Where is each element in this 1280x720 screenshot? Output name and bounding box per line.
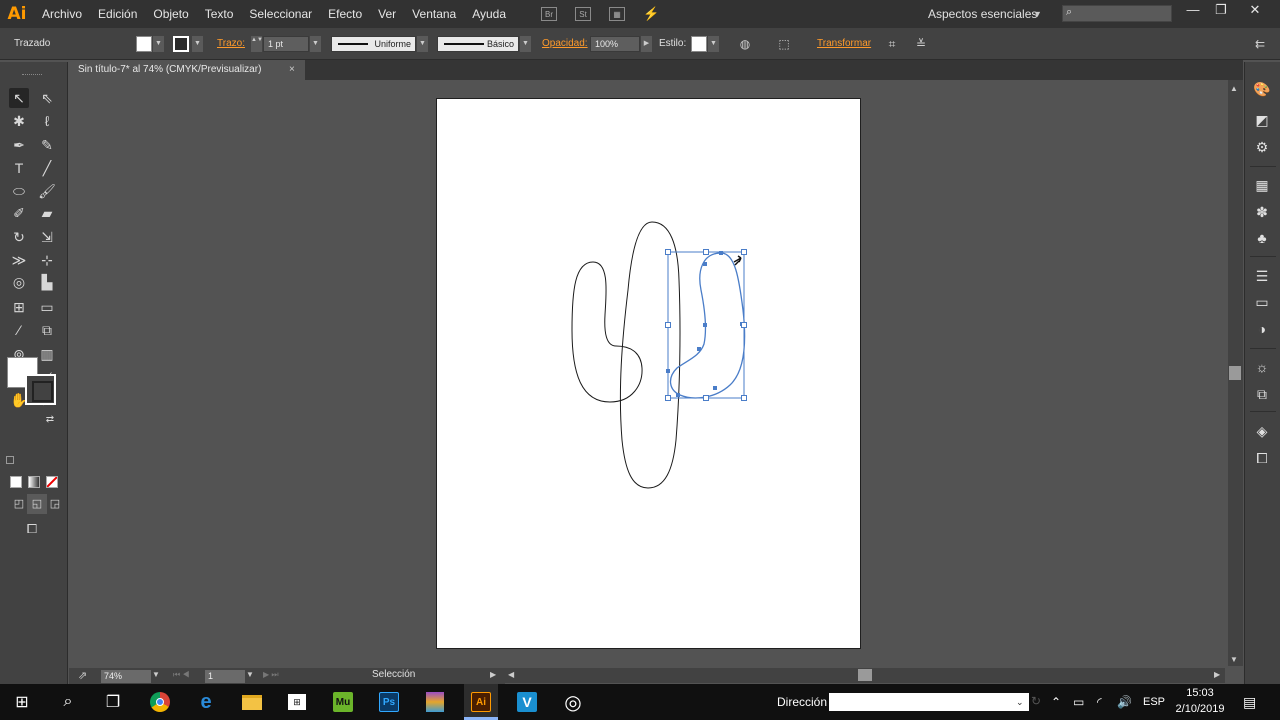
visual-app-icon[interactable]: V — [512, 687, 542, 717]
last-artboard-icon[interactable]: ▶ ⏭ — [263, 670, 279, 680]
anchor-points — [666, 251, 744, 397]
graphic-styles-icon[interactable]: ⧉ — [1253, 385, 1271, 403]
wifi-icon[interactable]: ◜ — [1097, 684, 1102, 720]
input-language[interactable]: ESP — [1143, 684, 1165, 720]
cactus-left-arm-path — [571, 261, 643, 403]
transparency-icon[interactable]: ◑ — [1253, 320, 1271, 338]
photoshop-app-icon[interactable]: Ps — [374, 687, 404, 717]
brushes-icon[interactable]: ✽ — [1253, 203, 1271, 221]
color-panel-icon[interactable]: 🎨 — [1253, 80, 1271, 98]
gradient-panel-icon[interactable]: ▭ — [1253, 293, 1271, 311]
cactus-trunk-path — [619, 221, 681, 489]
chevron-right-icon[interactable]: ▶ — [490, 670, 496, 679]
divider — [1250, 348, 1276, 349]
rotate-cursor-icon — [733, 255, 742, 266]
vertical-scroll-thumb[interactable] — [1229, 366, 1241, 380]
photoshop-label: Ps — [379, 692, 399, 712]
edge-icon[interactable]: e — [191, 687, 221, 717]
artwork-layer[interactable] — [0, 0, 1280, 720]
symbols-icon[interactable]: ♣ — [1253, 229, 1271, 247]
file-explorer-icon[interactable] — [237, 687, 267, 717]
scroll-right-icon[interactable]: ▶ — [1214, 670, 1220, 679]
show-hidden-icons-icon[interactable]: ⌃ — [1051, 684, 1061, 720]
address-input[interactable] — [829, 693, 1029, 711]
obs-icon[interactable]: ◎ — [558, 687, 588, 717]
properties-icon[interactable]: ⚙ — [1253, 138, 1271, 156]
muse-app-icon[interactable]: Mu — [328, 687, 358, 717]
volume-icon[interactable]: 🔊 — [1117, 684, 1132, 720]
scroll-left-icon[interactable]: ◀ — [508, 670, 514, 679]
share-icon[interactable]: ⇗ — [78, 669, 87, 682]
muse-label: Mu — [333, 692, 353, 712]
address-toolbar-label: Dirección — [777, 695, 828, 709]
visual-label: V — [517, 692, 537, 712]
notifications-icon[interactable]: ▤ — [1243, 684, 1256, 720]
first-artboard-icon[interactable]: ⏮ ◀ — [173, 670, 190, 680]
cactus-right-arm-path — [669, 252, 746, 399]
divider — [1250, 166, 1276, 167]
stroke-panel-icon[interactable]: ☰ — [1253, 267, 1271, 285]
task-view-icon[interactable]: ❐ — [98, 687, 128, 717]
chevron-down-icon[interactable]: ▼ — [246, 670, 254, 679]
zoom-field[interactable]: 74% — [101, 670, 151, 683]
chrome-icon[interactable] — [145, 687, 175, 717]
scroll-up-icon[interactable]: ▲ — [1230, 84, 1238, 93]
swatches-icon[interactable]: ▦ — [1253, 176, 1271, 194]
clock-time[interactable]: 15:03 — [1176, 687, 1224, 699]
windows-start-icon[interactable]: ⊞ — [7, 687, 37, 717]
divider — [1250, 256, 1276, 257]
store-icon[interactable]: ⊞ — [282, 687, 312, 717]
color-guide-icon[interactable]: ◩ — [1253, 111, 1271, 129]
artboards-icon[interactable]: ⧠ — [1253, 449, 1271, 467]
status-tool-label[interactable]: Selección — [372, 669, 415, 680]
winrar-icon[interactable] — [420, 687, 450, 717]
horizontal-scroll-thumb[interactable] — [858, 669, 872, 681]
appearance-icon[interactable]: ☼ — [1253, 358, 1271, 376]
search-icon[interactable]: ⌕ — [53, 687, 83, 717]
layers-icon[interactable]: ◈ — [1253, 422, 1271, 440]
illustrator-app-icon[interactable]: Ai — [466, 687, 496, 717]
artboard-number-field[interactable]: 1 — [205, 670, 245, 683]
chevron-down-icon[interactable]: ⌄ — [1016, 697, 1024, 708]
go-icon[interactable]: ↻ — [1031, 694, 1041, 708]
clock-date[interactable]: 2/10/2019 — [1170, 703, 1230, 715]
chevron-down-icon[interactable]: ▼ — [152, 670, 160, 679]
scroll-down-icon[interactable]: ▼ — [1230, 655, 1238, 664]
illustrator-label: Ai — [471, 692, 491, 712]
divider — [1250, 411, 1276, 412]
battery-icon[interactable]: ▭ — [1073, 684, 1084, 720]
